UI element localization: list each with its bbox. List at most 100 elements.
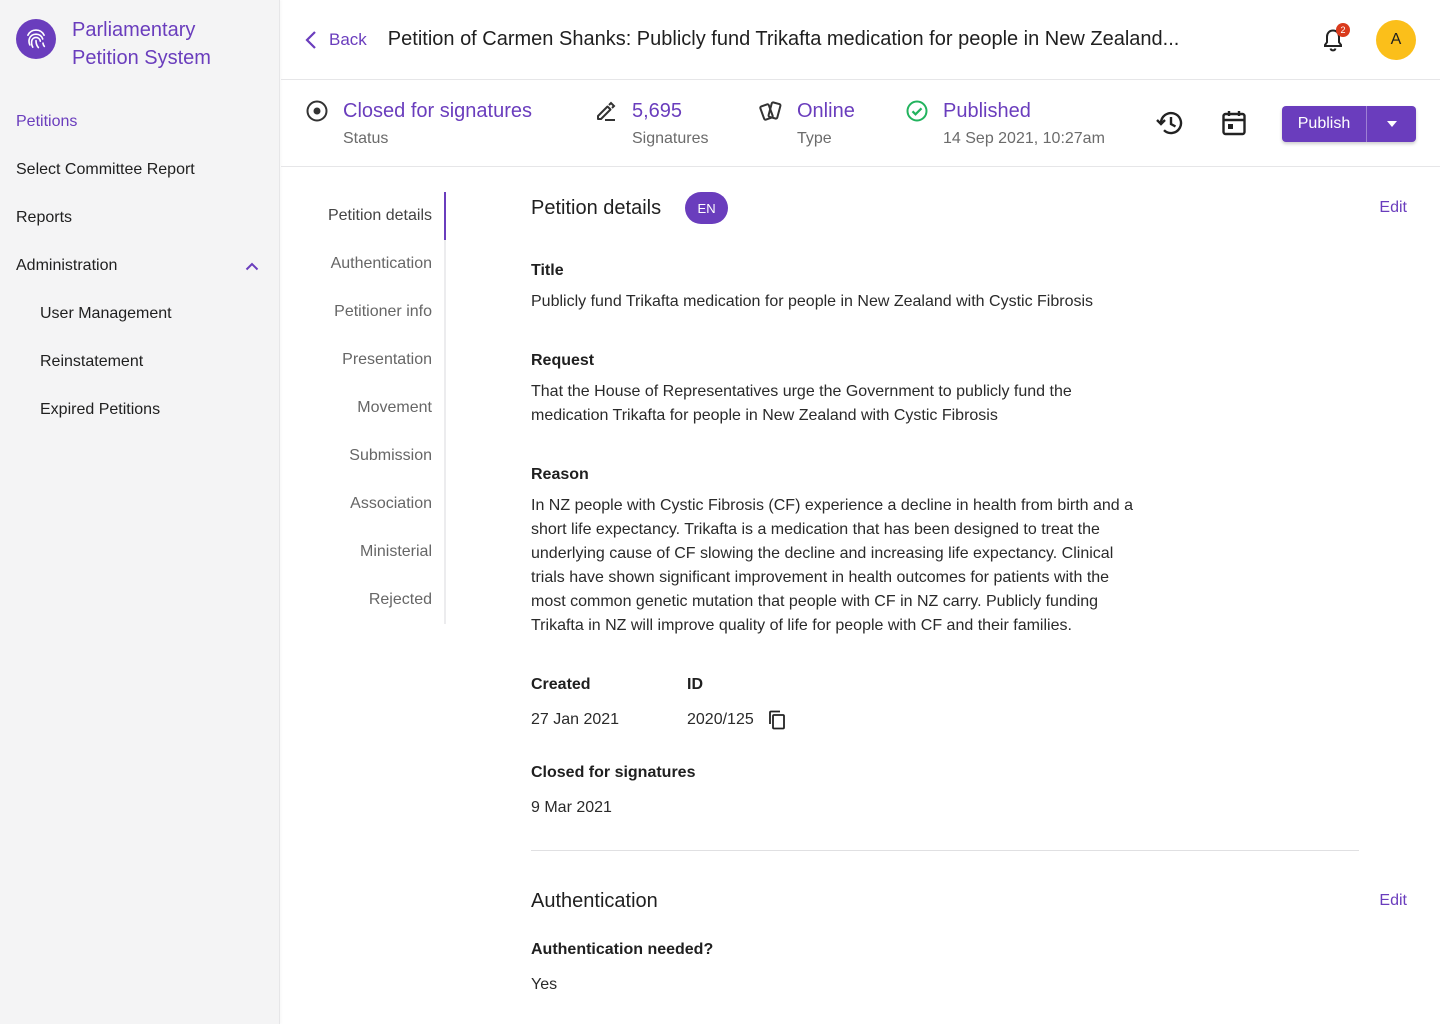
field-label: Request: [531, 352, 595, 369]
section-divider: [531, 850, 1359, 851]
field-label: Created: [531, 676, 591, 693]
field-value: Yes: [531, 976, 558, 993]
sidebar-item-label: Petitions: [16, 113, 78, 130]
section-tab-presentation[interactable]: Presentation: [305, 336, 444, 384]
field-value: 9 Mar 2021: [531, 799, 612, 816]
copy-icon: [768, 710, 785, 730]
section-tab-petitioner-info[interactable]: Petitioner info: [305, 288, 444, 336]
language-badge[interactable]: EN: [685, 192, 729, 224]
sidebar-item-label: User Management: [40, 305, 172, 322]
page-title: Petition of Carmen Shanks: Publicly fund…: [387, 28, 1180, 50]
section-tab-rejected[interactable]: Rejected: [305, 576, 444, 624]
copy-id-button[interactable]: [768, 710, 786, 730]
sidebar-item-reinstatement[interactable]: Reinstatement: [0, 338, 279, 386]
published-date: 14 Sep 2021, 10:27am: [943, 130, 1105, 147]
fingerprint-icon: [16, 19, 56, 59]
field-value: 2020/125: [687, 711, 754, 728]
created-field: Created 27 Jan 2021: [531, 676, 687, 732]
section-header: Petition details EN Edit: [531, 180, 1411, 236]
back-label: Back: [329, 29, 367, 49]
publish-options-button[interactable]: [1367, 106, 1416, 142]
section-tab-movement[interactable]: Movement: [305, 384, 444, 432]
edit-petition-details-link[interactable]: Edit: [1379, 199, 1407, 217]
published-stat: Published 14 Sep 2021, 10:27am: [905, 97, 1105, 150]
type-stat: Online Type: [759, 97, 855, 150]
status-value: Closed for signatures: [343, 100, 532, 122]
field-value: 27 Jan 2021: [531, 711, 620, 728]
closed-field: Closed for signatures 9 Mar 2021: [531, 764, 1411, 820]
signatures-stat: 5,695 Signatures: [594, 97, 709, 150]
section-tab-ministerial[interactable]: Ministerial: [305, 528, 444, 576]
title-field: Title Publicly fund Trikafta medication …: [531, 262, 1411, 314]
publish-split-button: Publish: [1282, 106, 1416, 142]
type-value: Online: [797, 100, 855, 122]
app-name-line1: Parliamentary: [72, 19, 196, 41]
section-tab-petition-details[interactable]: Petition details: [305, 192, 446, 240]
pen-signature-icon: [594, 99, 618, 123]
sidebar-item-label: Administration: [16, 257, 118, 274]
meta-row: Created 27 Jan 2021 ID 2020/125: [531, 676, 1411, 732]
sidebar-item-expired-petitions[interactable]: Expired Petitions: [0, 386, 279, 434]
calendar-icon: [1222, 111, 1246, 136]
section-tab-authentication[interactable]: Authentication: [305, 240, 444, 288]
check-circle-icon: [905, 99, 929, 123]
notification-count-badge: 2: [1336, 23, 1350, 37]
sidebar-item-label: Expired Petitions: [40, 401, 161, 418]
back-button[interactable]: Back: [305, 30, 367, 50]
app-name: Parliamentary Petition System: [72, 16, 211, 72]
field-label: Title: [531, 262, 564, 279]
request-field: Request That the House of Representative…: [531, 352, 1411, 428]
sidebar-nav: Petitions Select Committee Report Report…: [0, 98, 279, 434]
schedule-button[interactable]: [1218, 107, 1250, 139]
field-value: That the House of Representatives urge t…: [531, 383, 1072, 424]
sidebar-item-petitions[interactable]: Petitions: [0, 98, 279, 146]
published-value: Published: [943, 100, 1031, 122]
history-icon: [1156, 111, 1183, 135]
chevron-left-icon: [305, 30, 316, 49]
sidebar-item-reports[interactable]: Reports: [0, 194, 279, 242]
edit-authentication-link[interactable]: Edit: [1379, 892, 1407, 910]
status-label: Status: [343, 130, 389, 147]
section-tab-association[interactable]: Association: [305, 480, 444, 528]
authentication-section: Authentication Edit Authentication neede…: [531, 873, 1411, 997]
history-button[interactable]: [1154, 107, 1186, 139]
sidebar-item-label: Reports: [16, 209, 73, 226]
status-bar: Closed for signatures Status 5,695 Signa…: [281, 81, 1440, 167]
sidebar-item-label: Reinstatement: [40, 353, 144, 370]
signatures-value: 5,695: [632, 100, 683, 122]
main-content: Petition details EN Edit Title Publicly …: [531, 180, 1411, 997]
id-field: ID 2020/125: [687, 676, 786, 732]
radio-target-icon: [305, 99, 329, 123]
field-label: ID: [687, 676, 703, 693]
devices-icon: [759, 99, 783, 123]
sidebar-item-label: Select Committee Report: [16, 161, 195, 178]
field-value: Publicly fund Trikafta medication for pe…: [531, 293, 1094, 310]
sidebar: Parliamentary Petition System Petitions …: [0, 0, 280, 1024]
chevron-up-icon[interactable]: [245, 262, 259, 271]
notifications-button[interactable]: 2: [1321, 23, 1350, 53]
top-bar: Back Petition of Carmen Shanks: Publicly…: [281, 0, 1440, 80]
sidebar-item-administration[interactable]: Administration: [0, 242, 279, 290]
section-tab-submission[interactable]: Submission: [305, 432, 444, 480]
section-title: Authentication: [531, 889, 658, 912]
signatures-label: Signatures: [632, 130, 709, 147]
sidebar-item-user-management[interactable]: User Management: [0, 290, 279, 338]
id-value-row: 2020/125: [687, 708, 786, 732]
field-label: Authentication needed?: [531, 941, 714, 958]
caret-down-icon: [1386, 121, 1397, 127]
authentication-needed-field: Authentication needed? Yes: [531, 941, 1411, 997]
field-label: Closed for signatures: [531, 764, 696, 781]
avatar[interactable]: A: [1376, 20, 1416, 60]
app-name-line2: Petition System: [72, 47, 211, 69]
status-stat: Closed for signatures Status: [305, 97, 532, 150]
sidebar-item-select-committee-report[interactable]: Select Committee Report: [0, 146, 279, 194]
field-value: In NZ people with Cystic Fibrosis (CF) e…: [531, 497, 1134, 634]
type-label: Type: [797, 130, 832, 147]
section-title: Petition details: [531, 196, 662, 219]
reason-field: Reason In NZ people with Cystic Fibrosis…: [531, 466, 1411, 638]
field-label: Reason: [531, 466, 589, 483]
brand[interactable]: Parliamentary Petition System: [0, 0, 279, 72]
publish-button[interactable]: Publish: [1282, 106, 1367, 142]
section-nav: Petition details Authentication Petition…: [305, 192, 446, 624]
petition-details-section: Petition details EN Edit Title Publicly …: [531, 180, 1411, 851]
